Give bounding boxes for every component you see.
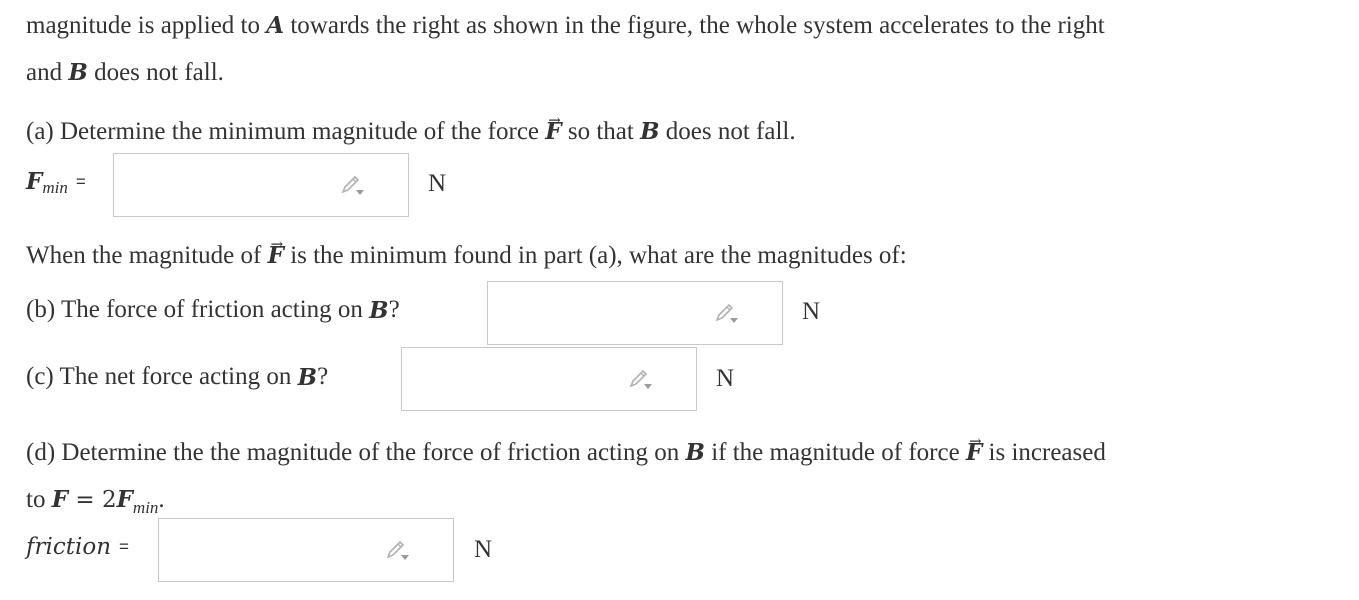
- answer-input-a[interactable]: [113, 153, 409, 217]
- intermediate-text: When the magnitude of → F is the minimum …: [26, 235, 907, 269]
- answer-input-d[interactable]: [158, 518, 454, 582]
- part-d-label: friction =: [26, 534, 129, 560]
- var-b: B: [68, 59, 88, 86]
- part-c-prompt: (c) The net force acting on B?: [26, 363, 329, 391]
- unit-d: N: [474, 536, 493, 563]
- part-d-prompt-2: to F = 2Fmin.: [26, 486, 165, 517]
- intro-line-1: magnitude is applied to A towards the ri…: [26, 12, 1105, 39]
- unit-a: N: [428, 170, 447, 197]
- part-a-prompt: (a) Determine the minimum magnitude of t…: [26, 111, 796, 148]
- part-a-label: Fmin =: [26, 168, 86, 197]
- var-a: A: [266, 12, 285, 39]
- pencil-dropdown-icon[interactable]: [385, 540, 411, 562]
- unit-b: N: [802, 298, 821, 325]
- unit-c: N: [716, 365, 735, 392]
- vector-f: → F: [545, 111, 562, 145]
- pencil-dropdown-icon[interactable]: [628, 369, 654, 391]
- pencil-dropdown-icon[interactable]: [340, 175, 366, 197]
- part-d-prompt-1: (d) Determine the the magnitude of the f…: [26, 432, 1106, 466]
- answer-input-c[interactable]: [401, 347, 697, 411]
- pencil-dropdown-icon[interactable]: [714, 303, 740, 325]
- part-b-prompt: (b) The force of friction acting on B?: [26, 296, 400, 324]
- answer-input-b[interactable]: [487, 281, 783, 345]
- intro-line-2: and B does not fall.: [26, 59, 224, 86]
